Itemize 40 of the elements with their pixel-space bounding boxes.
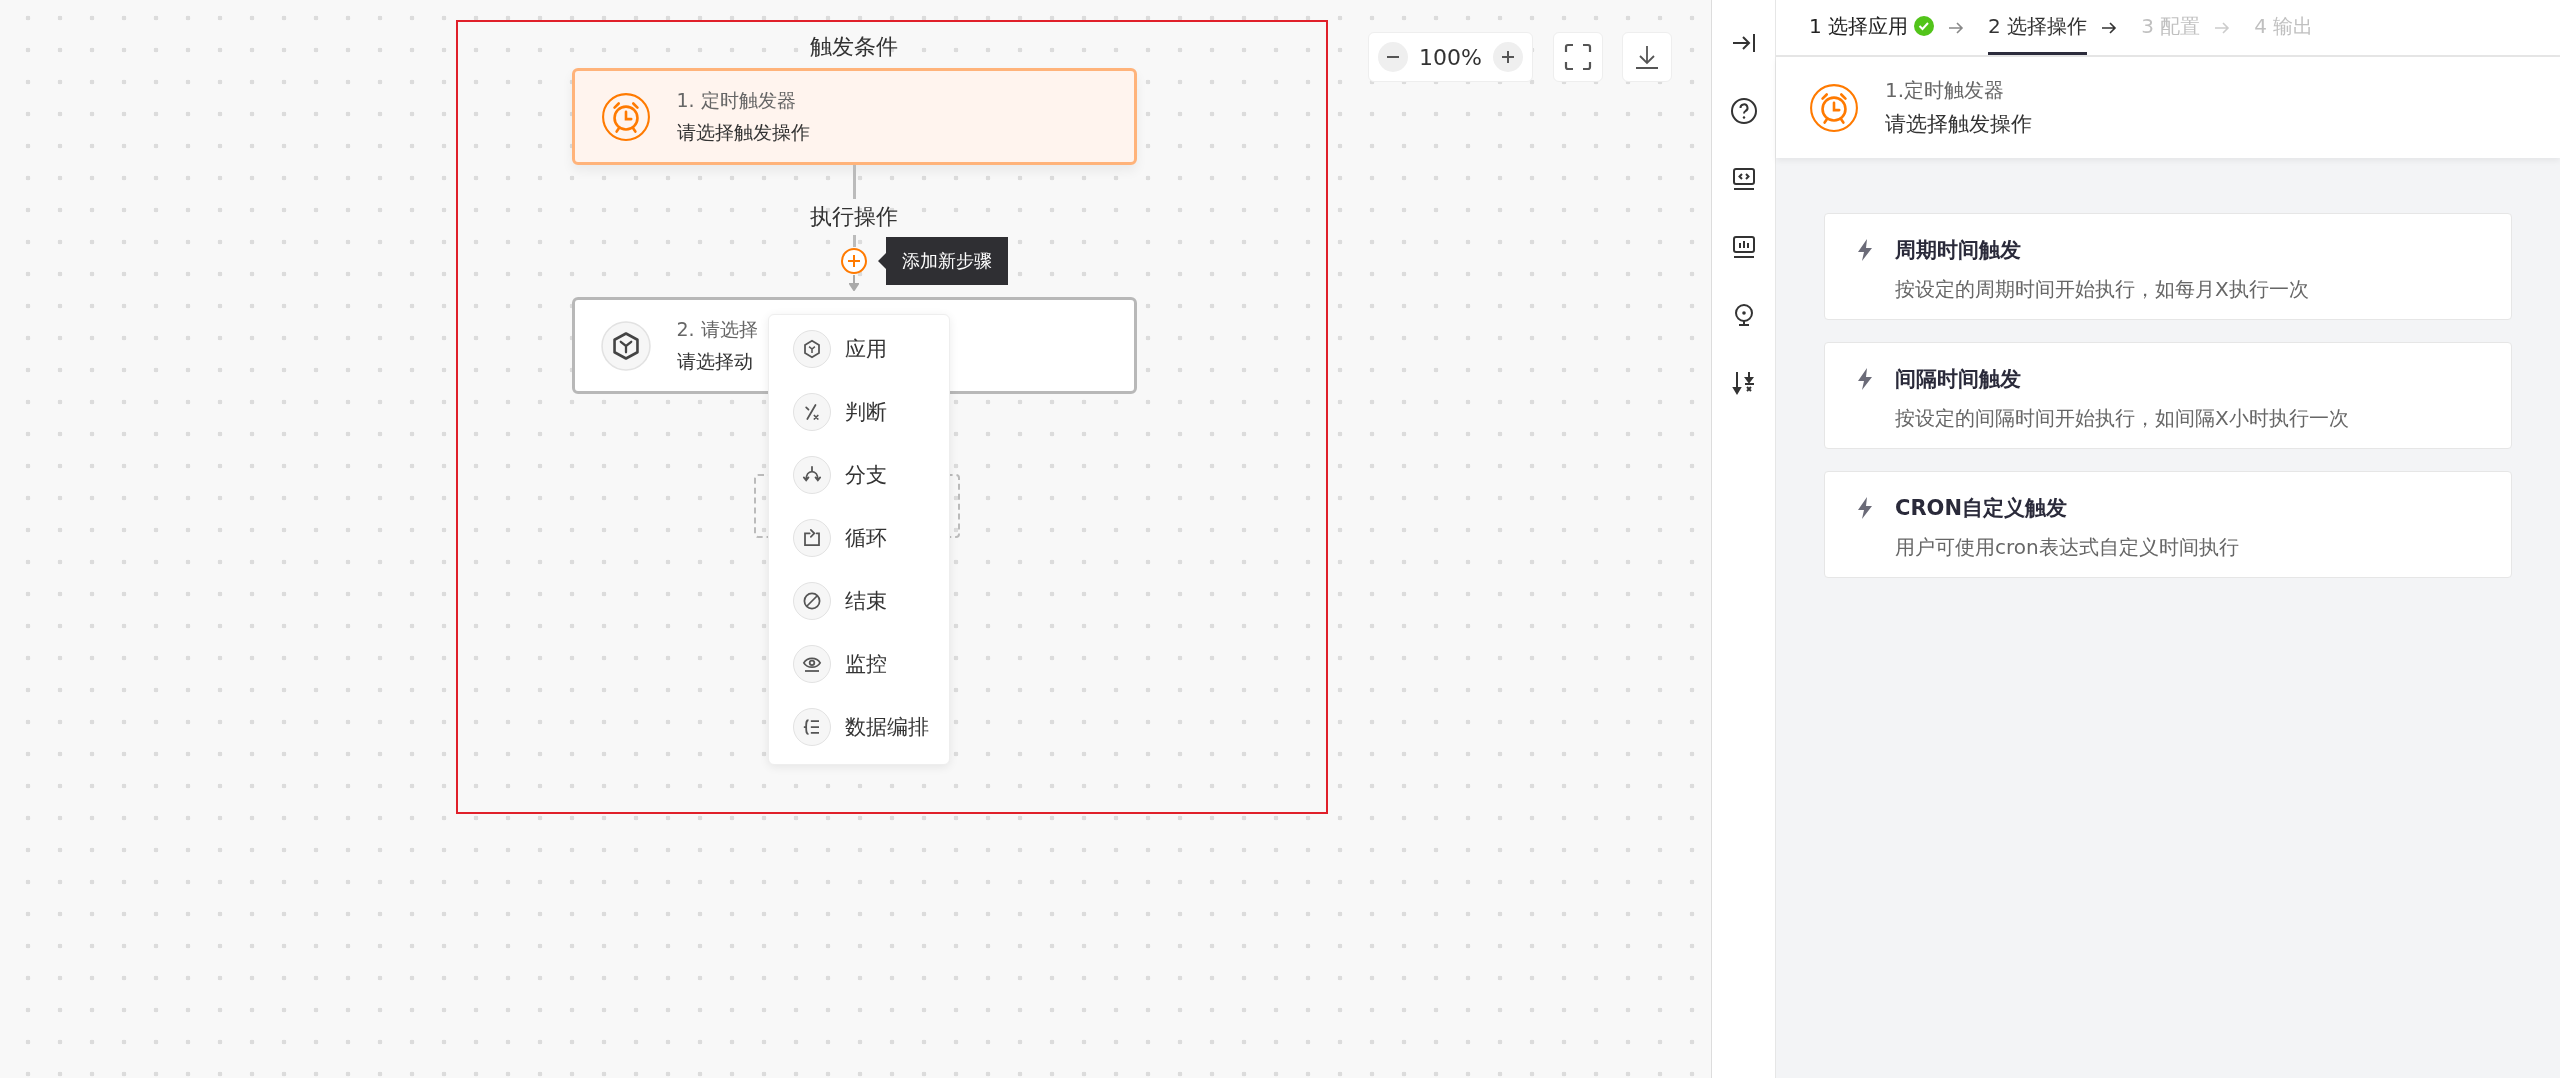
lightning-icon [1855,496,1875,520]
node-title: 1.定时触发器 [1885,77,2006,104]
node-title: 2. 请选择 [676,316,758,342]
fullscreen-icon [1563,42,1593,72]
step-tab[interactable]: 1 选择应用 [1809,0,1935,55]
flow-node[interactable]: 1. 定时触发器 请选择触发操作 [571,68,1137,165]
section-label: 触发条件 [810,33,898,61]
option-description: 用户可使用cron表达式自定义时间执行 [1894,534,2240,561]
option-title: CRON自定义触发 [1895,495,2067,522]
trigger-option[interactable]: 间隔时间触发 按设定的间隔时间开始执行，如间隔X小时执行一次 [1824,342,2512,449]
connector-arrow [849,275,859,291]
trigger-option[interactable]: 周期时间触发 按设定的周期时间开始执行，如每月X执行一次 [1824,213,2512,320]
node-subtitle: 请选择触发操作 [1885,111,2032,138]
menu-item[interactable]: 分支 [769,443,949,506]
lightning-icon [1855,367,1875,391]
section-label: 执行操作 [810,203,898,231]
option-description: 按设定的周期时间开始执行，如每月X执行一次 [1894,276,2310,303]
lightning-icon [1855,238,1875,262]
option-description: 按设定的间隔时间开始执行，如间隔X小时执行一次 [1894,405,2350,432]
node-title: 1. 定时触发器 [676,87,797,113]
menu-item[interactable]: 监控 [769,632,949,695]
tooltip: 添加新步骤 [878,237,1008,285]
menu-item[interactable]: 结束 [769,569,949,632]
trigger-option[interactable]: CRON自定义触发 用户可使用cron表达式自定义时间执行 [1824,471,2512,578]
node-subtitle: 请选择动 [676,348,754,374]
menu-item[interactable]: 循环 [769,506,949,569]
menu-item[interactable]: 应用 [769,317,949,380]
zoom-level: 100% [1419,44,1482,70]
download-button[interactable] [1622,32,1672,82]
add-step-button[interactable] [840,247,868,275]
help-icon[interactable] [1729,97,1758,125]
node-subtitle: 请选择触发操作 [676,119,810,145]
menu-item[interactable]: 数据编排 [769,695,949,758]
option-title: 间隔时间触发 [1895,366,2021,393]
alarm-clock-icon [1809,82,1859,133]
option-title: 周期时间触发 [1895,237,2021,264]
zoom-out-button[interactable] [1378,42,1408,72]
zoom-in-button[interactable] [1493,42,1523,72]
alarm-clock-icon [600,91,651,142]
fullscreen-button[interactable] [1553,32,1603,82]
